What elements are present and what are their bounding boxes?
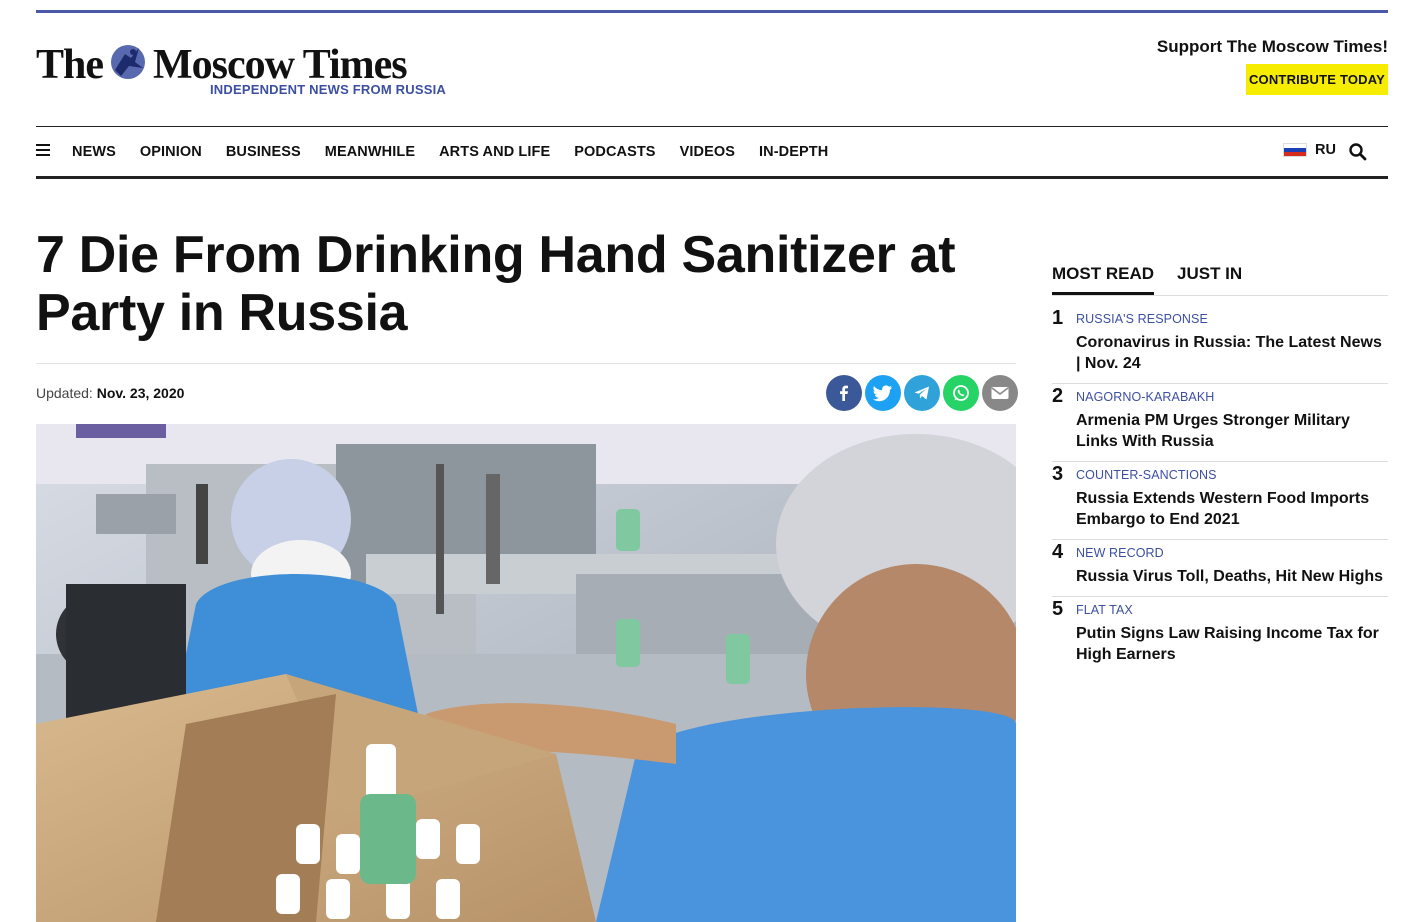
nav-item-news[interactable]: NEWS	[72, 144, 116, 160]
category-link[interactable]: COUNTER-SANCTIONS	[1076, 468, 1388, 482]
rank-number: 1	[1052, 307, 1064, 329]
article-link[interactable]: Armenia PM Urges Stronger Military Links…	[1076, 410, 1388, 452]
category-link[interactable]: RUSSIA'S RESPONSE	[1076, 312, 1388, 326]
sanitizer-factory-photo	[36, 424, 1016, 922]
top-accent-line	[36, 10, 1388, 13]
updated-date-value: Nov. 23, 2020	[96, 385, 185, 401]
article-link[interactable]: Coronavirus in Russia: The Latest News |…	[1076, 332, 1388, 374]
nav-item-opinion[interactable]: OPINION	[140, 144, 202, 160]
nav-items: NEWS OPINION BUSINESS MEANWHILE ARTS AND…	[72, 127, 828, 176]
russia-flag-icon	[1283, 143, 1308, 157]
category-link[interactable]: NEW RECORD	[1076, 546, 1388, 560]
language-label: RU	[1315, 142, 1336, 158]
tab-most-read[interactable]: MOST READ	[1052, 264, 1154, 295]
rank-number: 2	[1052, 385, 1064, 407]
whatsapp-icon[interactable]	[943, 375, 979, 411]
article-link[interactable]: Russia Extends Western Food Imports Emba…	[1076, 488, 1388, 530]
list-item[interactable]: 5 FLAT TAX Putin Signs Law Raising Incom…	[1052, 597, 1388, 674]
search-icon[interactable]	[1348, 142, 1368, 162]
logo-tagline: INDEPENDENT NEWS FROM RUSSIA	[209, 82, 446, 97]
nav-item-in-depth[interactable]: IN-DEPTH	[759, 144, 828, 160]
logo-the: The	[36, 42, 104, 88]
article-link[interactable]: Putin Signs Law Raising Income Tax for H…	[1076, 623, 1388, 665]
list-item[interactable]: 2 NAGORNO-KARABAKH Armenia PM Urges Stro…	[1052, 384, 1388, 462]
language-switch[interactable]: RU	[1283, 142, 1336, 158]
category-link[interactable]: FLAT TAX	[1076, 603, 1388, 617]
updated-date: Updated: Nov. 23, 2020	[36, 385, 184, 401]
rank-number: 4	[1052, 541, 1064, 563]
nav-item-podcasts[interactable]: PODCASTS	[574, 144, 655, 160]
updated-label: Updated:	[36, 385, 93, 401]
telegram-icon[interactable]	[904, 375, 940, 411]
list-item[interactable]: 4 NEW RECORD Russia Virus Toll, Deaths, …	[1052, 540, 1388, 597]
list-item[interactable]: 3 COUNTER-SANCTIONS Russia Extends Weste…	[1052, 462, 1388, 540]
category-link[interactable]: NAGORNO-KARABAKH	[1076, 390, 1388, 404]
twitter-icon[interactable]	[865, 375, 901, 411]
headline-divider	[36, 363, 1016, 364]
email-icon[interactable]	[982, 375, 1018, 411]
article-headline: 7 Die From Drinking Hand Sanitizer at Pa…	[36, 226, 956, 342]
share-buttons	[826, 375, 1018, 411]
site-logo[interactable]: The Moscow Times INDEPENDENT NEWS FROM R…	[36, 40, 456, 100]
facebook-icon[interactable]	[826, 375, 862, 411]
list-item[interactable]: 1 RUSSIA'S RESPONSE Coronavirus in Russi…	[1052, 306, 1388, 384]
nav-item-arts-and-life[interactable]: ARTS AND LIFE	[439, 144, 550, 160]
rank-number: 5	[1052, 598, 1064, 620]
nav-item-videos[interactable]: VIDEOS	[680, 144, 735, 160]
st-george-emblem-icon	[111, 45, 146, 79]
article-photo	[36, 424, 1016, 922]
sidebar-tabs: MOST READ JUST IN	[1052, 264, 1388, 296]
nav-item-business[interactable]: BUSINESS	[226, 144, 301, 160]
most-read-list: 1 RUSSIA'S RESPONSE Coronavirus in Russi…	[1052, 306, 1388, 674]
support-text: Support The Moscow Times!	[1156, 37, 1388, 56]
article-link[interactable]: Russia Virus Toll, Deaths, Hit New Highs	[1076, 566, 1388, 587]
rank-number: 3	[1052, 463, 1064, 485]
contribute-button[interactable]: CONTRIBUTE TODAY	[1246, 64, 1388, 95]
main-nav: NEWS OPINION BUSINESS MEANWHILE ARTS AND…	[36, 126, 1388, 179]
tab-just-in[interactable]: JUST IN	[1177, 264, 1242, 292]
hamburger-menu-icon[interactable]	[36, 144, 50, 158]
nav-item-meanwhile[interactable]: MEANWHILE	[325, 144, 415, 160]
